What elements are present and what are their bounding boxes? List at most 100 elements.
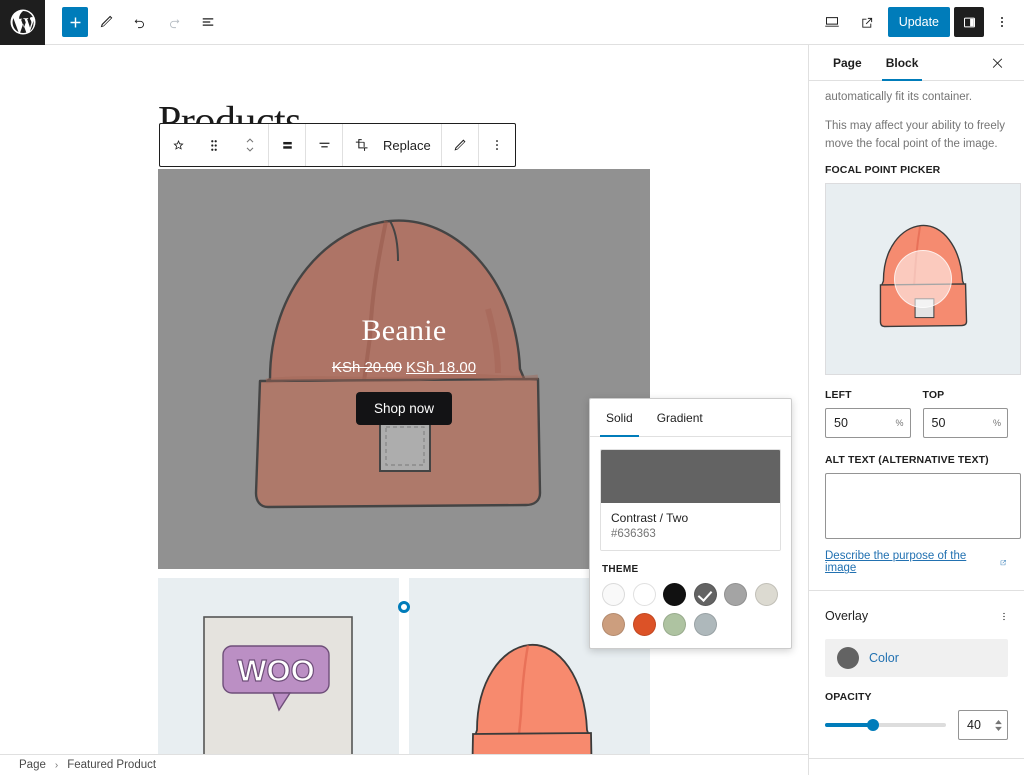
block-options-group — [479, 124, 515, 166]
wordpress-block-editor: Update Products Replace Beanie KSh 20.00… — [0, 0, 1024, 775]
color-picker-popover: Solid Gradient Contrast / Two #636363 TH… — [589, 398, 792, 649]
theme-colors-label: THEME — [602, 564, 639, 575]
theme-swatch-accent-five[interactable] — [693, 613, 717, 636]
describe-image-link-label: Describe the purpose of the image — [825, 550, 967, 575]
focal-point-handle[interactable] — [894, 250, 952, 309]
external-link-icon — [1000, 560, 1006, 566]
theme-swatch-accent-two[interactable] — [602, 613, 625, 636]
describe-image-link[interactable]: Describe the purpose of the image — [825, 550, 1008, 574]
text-align-group — [306, 124, 343, 166]
breadcrumb: Page › Featured Product — [0, 754, 808, 775]
wordpress-logo-icon[interactable] — [0, 0, 45, 45]
overlay-color-swatch — [837, 647, 859, 670]
image-settings-section: automatically fit its container. This ma… — [809, 81, 1024, 574]
desktop-icon[interactable] — [816, 6, 848, 38]
selected-color-card: Contrast / Two #636363 — [600, 449, 781, 551]
replace-group: Replace — [343, 124, 442, 166]
top-bar-left-tools — [45, 6, 224, 38]
breadcrumb-item-page[interactable]: Page — [19, 759, 46, 771]
settings-sidebar-toggle[interactable] — [954, 7, 984, 37]
edit-tool-button[interactable] — [90, 6, 122, 38]
theme-swatch-accent-three[interactable] — [632, 613, 656, 636]
chevron-updown-icon[interactable] — [232, 124, 268, 166]
drag-dots-icon[interactable] — [196, 124, 232, 166]
focal-point-picker[interactable] — [825, 183, 1021, 376]
theme-swatch-accent-four[interactable] — [663, 613, 686, 636]
list-view-button[interactable] — [192, 6, 224, 38]
thumb-woo-album[interactable]: WOO ~the album~ — [158, 578, 399, 755]
undo-button[interactable] — [124, 6, 156, 38]
redo-button[interactable] — [158, 6, 190, 38]
theme-color-grid — [590, 583, 791, 648]
svg-text:WOO: WOO — [237, 653, 315, 688]
featured-product-image-block[interactable]: Beanie KSh 20.00 KSh 18.00 Shop now — [158, 169, 650, 569]
overlay-panel-header: Overlay — [809, 591, 1024, 639]
block-mover-group — [160, 124, 269, 166]
selected-color-swatch — [601, 450, 780, 503]
tab-block[interactable]: Block — [874, 45, 931, 81]
breadcrumb-separator: › — [54, 759, 59, 771]
crop-icon[interactable] — [343, 124, 379, 166]
opacity-slider[interactable] — [825, 719, 946, 732]
pencil-edit-icon[interactable] — [442, 124, 478, 166]
external-link-icon[interactable] — [852, 6, 884, 38]
focal-left-input[interactable]: 50 % — [825, 408, 911, 439]
theme-swatch-base-two[interactable] — [632, 583, 656, 606]
breadcrumb-item-featured-product[interactable]: Featured Product — [67, 759, 156, 771]
opacity-value: 40 — [967, 718, 981, 733]
align-block-icon[interactable] — [269, 124, 305, 166]
tab-solid[interactable]: Solid — [594, 399, 645, 437]
shop-now-button[interactable]: Shop now — [355, 391, 453, 425]
block-resize-handle[interactable] — [398, 601, 410, 613]
overlay-color-label: Color — [869, 651, 899, 666]
focal-top-value: 50 — [931, 416, 946, 431]
opacity-slider-row: 40 — [825, 710, 1008, 741]
theme-swatch-base[interactable] — [602, 583, 625, 606]
selected-color-hex: #636363 — [611, 528, 656, 540]
edit-image-group — [442, 124, 479, 166]
overlay-opacity-section: OPACITY 40 — [809, 691, 1024, 741]
tab-gradient[interactable]: Gradient — [645, 399, 715, 436]
help-text-line-2: This may affect your ability to freely m… — [825, 119, 1006, 150]
opacity-slider-thumb[interactable] — [867, 719, 880, 732]
alt-text-input[interactable] — [825, 473, 1021, 540]
product-price: KSh 20.00 KSh 18.00 — [332, 359, 476, 376]
advanced-panel-row[interactable]: Advanced — [809, 758, 1024, 775]
theme-swatch-contrast[interactable] — [663, 583, 686, 606]
opacity-number-input[interactable]: 40 — [958, 710, 1008, 741]
alt-text-label: ALT TEXT (ALTERNATIVE TEXT) — [825, 454, 989, 467]
align-group — [269, 124, 306, 166]
opacity-spinner-icon[interactable] — [994, 719, 1003, 731]
product-name: Beanie — [361, 313, 447, 347]
update-button[interactable]: Update — [887, 7, 950, 37]
help-text-line-1: automatically fit its container. — [825, 91, 973, 103]
focal-point-picker-label: FOCAL POINT PICKER — [825, 164, 941, 177]
close-icon[interactable] — [982, 45, 1012, 80]
focal-left-field: LEFT 50 % — [825, 389, 911, 439]
overlay-options-kebab-icon[interactable] — [992, 604, 1016, 628]
focal-top-label: TOP — [922, 389, 945, 402]
text-align-icon[interactable] — [306, 124, 342, 166]
focal-top-input[interactable]: 50 % — [922, 408, 1008, 439]
editor-options-kebab-icon[interactable] — [988, 6, 1016, 38]
block-toolbar: Replace — [159, 123, 516, 167]
sidebar-tabs: Page Block — [809, 45, 1024, 81]
top-bar-right-tools: Update — [816, 6, 1024, 38]
focal-coordinates-row: LEFT 50 % TOP 50 % — [825, 389, 1008, 439]
replace-button[interactable]: Replace — [379, 124, 441, 166]
add-block-button[interactable] — [62, 7, 88, 37]
kebab-menu-icon[interactable] — [479, 124, 515, 166]
star-icon[interactable] — [160, 124, 196, 166]
focal-top-field: TOP 50 % — [922, 389, 1008, 439]
editor-top-bar: Update — [0, 0, 1024, 45]
tab-page[interactable]: Page — [821, 45, 874, 80]
featured-product-content: Beanie KSh 20.00 KSh 18.00 Shop now — [158, 169, 650, 569]
theme-swatch-contrast-two[interactable] — [693, 583, 717, 606]
theme-swatch-contrast-three[interactable] — [724, 583, 747, 606]
overlay-color-row[interactable]: Color — [825, 639, 1008, 678]
focal-left-unit: % — [895, 418, 904, 429]
sidebar-body: automatically fit its container. This ma… — [809, 81, 1024, 775]
selected-color-name: Contrast / Two — [611, 511, 689, 525]
woo-album-illustration: WOO ~the album~ — [158, 578, 399, 755]
theme-swatch-accent-one[interactable] — [754, 583, 778, 606]
